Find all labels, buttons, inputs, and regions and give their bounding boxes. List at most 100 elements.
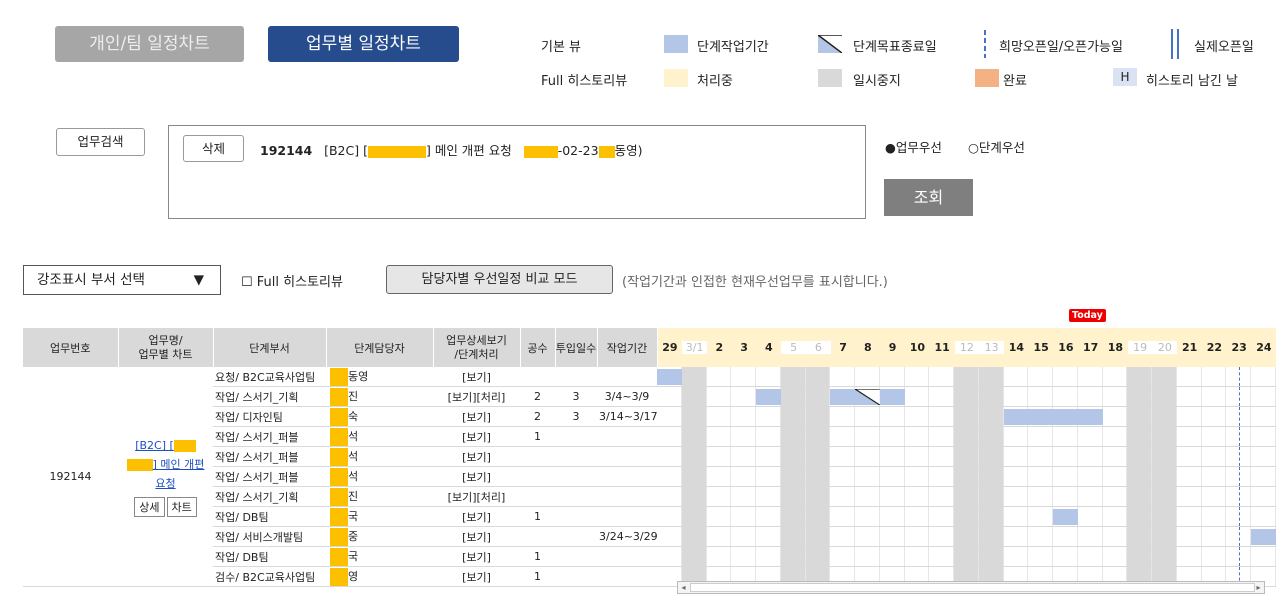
- gantt-row-cell: [657, 386, 1276, 407]
- gantt-day-cell: [780, 447, 806, 466]
- desired-open-line: [1238, 487, 1240, 506]
- gantt-day-cell: [954, 507, 979, 526]
- priority-task-radio[interactable]: ●업무우선: [885, 137, 942, 156]
- gantt-day-cell: [681, 407, 707, 426]
- gantt-day-cell: [756, 547, 781, 566]
- day-header-cell: 17: [1082, 341, 1099, 354]
- gantt-day-cell: [978, 447, 1004, 466]
- detail-button[interactable]: 상세: [134, 497, 165, 517]
- dept-highlight-select[interactable]: 강조표시 부서 선택 ▼: [23, 265, 221, 295]
- detail-link-cell[interactable]: [보기]: [433, 426, 520, 447]
- detail-link-cell[interactable]: [보기]: [433, 466, 520, 487]
- scroll-right-icon[interactable]: ▸: [1253, 582, 1264, 593]
- gantt-day-cell: [780, 467, 806, 486]
- effort-cell: 1: [520, 506, 555, 527]
- gantt-scrollbar[interactable]: ◂ ▸: [677, 581, 1265, 594]
- gantt-day-cell: [1103, 547, 1128, 566]
- gantt-day-cell: [731, 487, 757, 506]
- desired-open-line: [1238, 427, 1240, 446]
- detail-link-cell[interactable]: [보기]: [433, 367, 520, 387]
- gantt-day-cell: [905, 387, 930, 406]
- gantt-day-cell: [830, 367, 856, 386]
- gantt-day-cell: [1202, 407, 1227, 426]
- detail-link-cell[interactable]: [보기][처리]: [433, 486, 520, 507]
- legend-paused: 일시중지: [853, 74, 901, 89]
- gantt-day-cell: [1177, 387, 1202, 406]
- selected-task-suffix: 동영): [614, 143, 643, 158]
- gantt-day-cell: [1078, 387, 1103, 406]
- gantt-day-cell: [1152, 487, 1177, 506]
- gantt-day-cell: [731, 427, 757, 446]
- stage-dept-cell: 작업/ 디자인팀: [213, 406, 326, 427]
- gantt-day-cell: [954, 387, 979, 406]
- gantt-day-cell: [905, 427, 930, 446]
- stage-dept-cell: 작업/ 스서기_기획: [213, 386, 326, 407]
- gantt-day-cell: [681, 447, 707, 466]
- day-header-cell: 8: [864, 341, 872, 354]
- task-link[interactable]: ] 메인 개편: [153, 458, 205, 471]
- gantt-day-cell: [1152, 407, 1177, 426]
- work-period-bar[interactable]: [1053, 509, 1078, 525]
- gantt-day-cell: [1127, 487, 1153, 506]
- gantt-day-cell: [905, 447, 930, 466]
- gantt-day-cell: [1053, 547, 1078, 566]
- input-days-cell: [555, 566, 597, 587]
- gantt-day-cell: [707, 527, 732, 546]
- gantt-day-cell: [1251, 467, 1276, 486]
- priority-stage-radio[interactable]: ○단계우선: [968, 137, 1025, 156]
- task-chart-tab[interactable]: 업무별 일정차트: [268, 26, 459, 62]
- detail-link-cell[interactable]: [보기]: [433, 566, 520, 587]
- gantt-day-cell: [1202, 427, 1227, 446]
- task-link[interactable]: 요청: [155, 477, 175, 490]
- table-row: 192144 [B2C] [] 메인 개편 요청 상세 차트 요청/ B2C교육사업팀 동영…: [23, 367, 1276, 587]
- chart-button[interactable]: 차트: [166, 497, 197, 517]
- work-period-bar[interactable]: [657, 369, 682, 385]
- gantt-day-cell: [905, 367, 930, 386]
- detail-link-cell[interactable]: [보기]: [433, 406, 520, 427]
- compare-note: (작업기간과 인접한 현재우선업무를 표시합니다.): [622, 275, 888, 290]
- task-link[interactable]: [B2C] [: [135, 439, 174, 452]
- gantt-day-cell: [731, 507, 757, 526]
- query-button[interactable]: 조회: [884, 179, 973, 216]
- delete-button[interactable]: 삭제: [183, 135, 244, 162]
- work-period-bar[interactable]: [1251, 529, 1276, 545]
- scrollbar-thumb[interactable]: [690, 583, 1255, 592]
- gantt-day-cell: [1127, 407, 1153, 426]
- detail-link-cell[interactable]: [보기]: [433, 446, 520, 467]
- compare-mode-button[interactable]: 담당자별 우선일정 비교 모드: [386, 265, 613, 294]
- gantt-row-cell: [657, 486, 1276, 507]
- gantt-day-cell: [681, 367, 707, 386]
- work-period-bar[interactable]: [756, 389, 781, 405]
- gantt-day-cell: [731, 447, 757, 466]
- gantt-day-cell: [805, 447, 831, 466]
- work-period-cell: 3/4~3/9: [597, 386, 657, 407]
- full-history-checkbox[interactable]: ☐ Full 히스토리뷰: [241, 271, 343, 290]
- day-header-cell: 3/1: [682, 341, 707, 354]
- detail-link-cell[interactable]: [보기]: [433, 506, 520, 527]
- detail-link-cell[interactable]: [보기]: [433, 526, 520, 547]
- gantt-day-cell: [855, 367, 880, 386]
- gantt-day-cell: [1152, 447, 1177, 466]
- task-search-button[interactable]: 업무검색: [56, 128, 145, 156]
- gantt-day-cell: [880, 547, 905, 566]
- work-period-bar[interactable]: [1003, 409, 1103, 425]
- gantt-day-cell: [731, 367, 757, 386]
- gantt-day-cell: [1251, 407, 1276, 426]
- stage-owner-cell: 석: [326, 466, 433, 487]
- detail-link-cell[interactable]: [보기][처리]: [433, 386, 520, 407]
- stage-owner-cell: 진: [326, 386, 433, 407]
- task-name-cell: [B2C] [ ] 메인 개편요청상세 차트: [118, 367, 213, 587]
- desired-open-line: [1238, 367, 1240, 386]
- scroll-left-icon[interactable]: ◂: [678, 582, 689, 593]
- gantt-day-cell: [830, 487, 856, 506]
- personal-team-chart-tab[interactable]: 개인/팀 일정차트: [55, 26, 244, 62]
- gantt-day-cell: [929, 507, 955, 526]
- gantt-day-cell: [1053, 427, 1078, 446]
- detail-link-cell[interactable]: [보기]: [433, 546, 520, 567]
- gantt-day-cell: [1251, 487, 1276, 506]
- gantt-day-cell: [1078, 507, 1103, 526]
- desired-open-line: [1238, 407, 1240, 426]
- gantt-day-cell: [1078, 467, 1103, 486]
- input-days-cell: [555, 367, 597, 387]
- gantt-day-cell: [780, 387, 806, 406]
